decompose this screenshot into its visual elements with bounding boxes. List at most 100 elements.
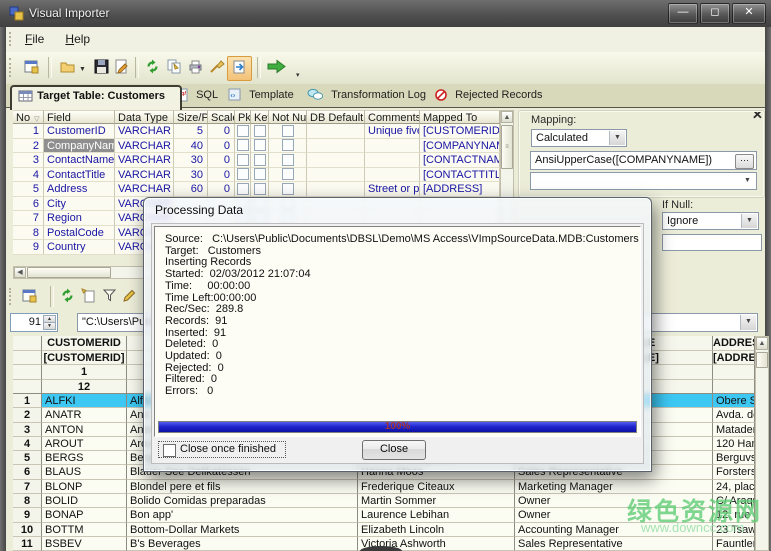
close-once-finished-checkbox[interactable]: [163, 444, 176, 457]
cell-companyname: Blondel pere et fils: [127, 480, 358, 494]
checkbox[interactable]: [282, 183, 294, 195]
cell-size: 40: [174, 139, 208, 154]
print-icon[interactable]: [184, 56, 207, 79]
preview-add-icon[interactable]: [77, 285, 100, 308]
open-dropdown-icon[interactable]: ▼: [79, 62, 86, 74]
field-row[interactable]: 1CustomerIDVARCHAR50Unique five-[CUSTOME…: [13, 124, 500, 139]
scroll-left-icon[interactable]: ◀: [14, 267, 26, 278]
dialog-title: Processing Data: [155, 203, 243, 217]
spinner-buttons[interactable]: ▲ ▼: [43, 315, 56, 330]
scrollbar-thumb[interactable]: ≡: [501, 125, 513, 169]
cell-size: 60: [174, 182, 208, 197]
column-header[interactable]: Data Type: [115, 110, 174, 124]
fields-table-header[interactable]: No▽FieldData TypeSize/PrScalePkKeyNot Nu…: [13, 110, 500, 124]
preview-edit-icon[interactable]: [118, 285, 141, 308]
cell-address: Fauntleroy Circus: [713, 537, 755, 551]
run-icon[interactable]: [263, 56, 291, 79]
chevron-down-icon[interactable]: ▼: [741, 214, 757, 228]
tab-template[interactable]: ‹› Template: [228, 87, 294, 108]
checkbox[interactable]: [254, 154, 266, 166]
scroll-up-icon[interactable]: ▲: [501, 111, 513, 123]
scrollbar-thumb[interactable]: [756, 352, 768, 368]
scroll-up-icon[interactable]: ▲: [756, 337, 768, 350]
copy-icon[interactable]: [163, 56, 186, 79]
checkbox[interactable]: [282, 125, 294, 137]
field-row[interactable]: 2CompanyNameVARCHAR400[COMPANYNAME]: [13, 139, 500, 154]
field-row[interactable]: 3ContactNameVARCHAR300[CONTACTNAME]: [13, 153, 500, 168]
checkbox[interactable]: [254, 168, 266, 180]
record-count-spinner[interactable]: 91 ▲ ▼: [10, 313, 58, 332]
chevron-down-icon[interactable]: ▼: [740, 315, 756, 330]
tab-label: Transformation Log: [331, 87, 426, 104]
expression-builder-button[interactable]: ⋯: [735, 154, 754, 169]
row-number: 2: [13, 408, 42, 422]
column-header[interactable]: Not Null: [269, 110, 307, 124]
column-header[interactable]: Pk: [235, 110, 251, 124]
log-line: Source: C:\Users\Public\Documents\DBSL\D…: [165, 234, 639, 246]
checkbox[interactable]: [254, 139, 266, 151]
properties-icon[interactable]: [20, 56, 43, 79]
maximize-button[interactable]: ◻: [700, 3, 730, 24]
cell-field: ContactTitle: [44, 168, 115, 183]
checkbox[interactable]: [282, 139, 294, 151]
tab-sql[interactable]: sql SQL: [176, 87, 218, 108]
visual-importer-window: Visual Importer — ◻ ✕ File Help ▼: [0, 0, 771, 551]
column-header[interactable]: Mapped To: [420, 110, 500, 124]
column-header[interactable]: Scale: [208, 110, 235, 124]
close-button[interactable]: ✕: [732, 3, 766, 24]
if-null-value-input[interactable]: [662, 234, 762, 251]
taskbar-peek: [360, 546, 402, 551]
tab-label: Template: [249, 87, 294, 104]
tab-target-table[interactable]: Target Table: Customers: [10, 85, 182, 110]
checkbox[interactable]: [237, 125, 249, 137]
minimize-button[interactable]: —: [668, 3, 698, 24]
chevron-down-icon[interactable]: ▼: [609, 131, 625, 145]
pk-checkbox: [235, 139, 251, 154]
column-header[interactable]: No▽: [13, 110, 44, 124]
checkbox[interactable]: [237, 154, 249, 166]
expression-input[interactable]: AnsiUpperCase([COMPANYNAME]) ⋯: [530, 151, 757, 170]
cell-companyname: Bolido Comidas preparadas: [127, 494, 358, 508]
if-null-select[interactable]: Ignore ▼: [662, 212, 759, 230]
tab-rejected-records[interactable]: Rejected Records: [434, 87, 543, 108]
checkbox[interactable]: [237, 139, 249, 151]
pk-checkbox: [235, 168, 251, 183]
mapping-type-select[interactable]: Calculated ▼: [531, 129, 627, 147]
cell-size: 30: [174, 153, 208, 168]
row-number: 11: [13, 537, 42, 551]
cell-customerid: BONAP: [42, 508, 127, 522]
column-header[interactable]: Field: [44, 110, 115, 124]
dialog-close-button[interactable]: Close: [362, 440, 426, 460]
close-once-finished-option[interactable]: Close once finished: [158, 441, 286, 458]
column-header[interactable]: DB Default: [307, 110, 365, 124]
field-row[interactable]: 5AddressVARCHAR600Street or po[ADDRESS]: [13, 182, 500, 197]
field-row[interactable]: 4ContactTitleVARCHAR300[CONTACTTITLE]: [13, 168, 500, 183]
row-number: 7: [13, 480, 42, 494]
cell-no: 8: [13, 226, 44, 241]
checkbox[interactable]: [254, 125, 266, 137]
menu-help[interactable]: Help: [56, 27, 99, 50]
checkbox[interactable]: [282, 154, 294, 166]
spin-down-icon[interactable]: ▼: [43, 322, 56, 330]
column-header[interactable]: Comments: [365, 110, 420, 124]
scrollbar-thumb[interactable]: [27, 267, 111, 278]
chevron-down-icon[interactable]: ▼: [740, 174, 755, 188]
edit-icon[interactable]: [110, 56, 133, 79]
checkbox[interactable]: [254, 183, 266, 195]
toolbar-overflow-icon[interactable]: ▾: [296, 68, 300, 80]
checkbox[interactable]: [237, 168, 249, 180]
open-icon[interactable]: [56, 56, 79, 79]
refresh-icon[interactable]: [141, 56, 164, 79]
checkbox[interactable]: [282, 168, 294, 180]
export-data-icon[interactable]: [227, 56, 252, 81]
menu-file[interactable]: File: [16, 27, 53, 50]
preview-properties-icon[interactable]: [18, 285, 41, 308]
expression-history-select[interactable]: ▼: [530, 172, 757, 190]
tab-transformation-log[interactable]: Transformation Log: [307, 87, 426, 108]
column-header[interactable]: Key: [251, 110, 269, 124]
checkbox[interactable]: [237, 183, 249, 195]
clean-broom-icon[interactable]: [205, 56, 228, 79]
column-header[interactable]: Size/Pr: [174, 110, 208, 124]
preview-refresh-icon[interactable]: [56, 285, 79, 308]
row-number: 9: [13, 508, 42, 522]
